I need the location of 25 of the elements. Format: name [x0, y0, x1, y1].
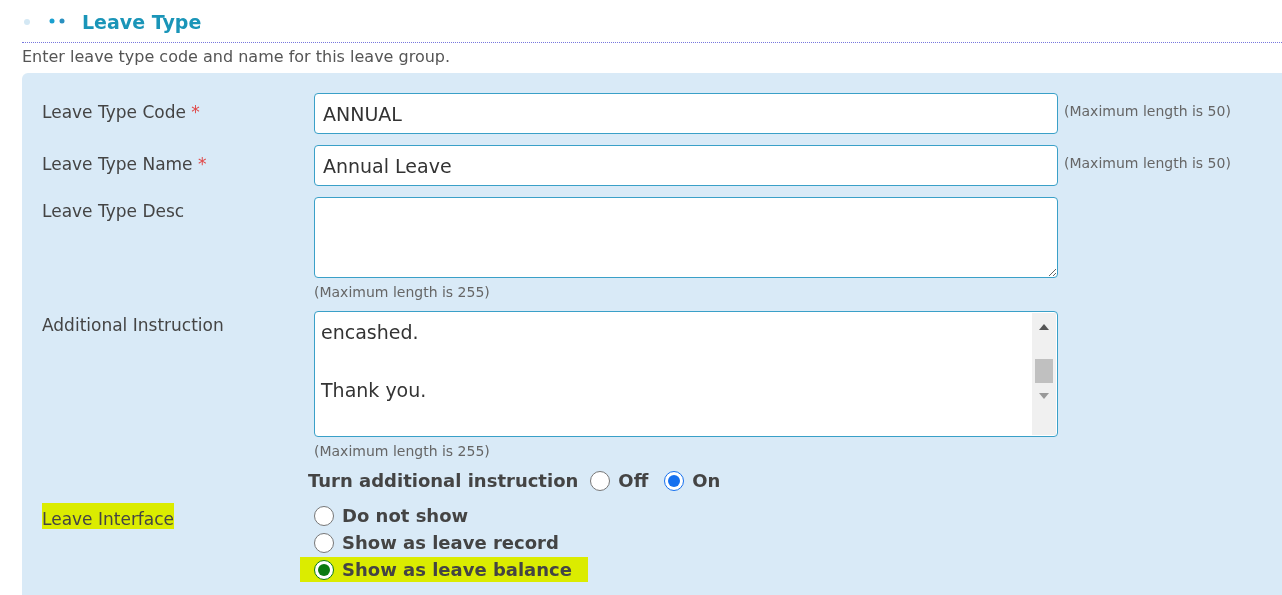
- text-area[interactable]: [314, 197, 1058, 278]
- toggle-label: Turn additional instruction: [308, 470, 579, 491]
- field-label: Leave Interface: [42, 503, 175, 529]
- section-description: Enter leave type code and name for this leave group.: [22, 47, 452, 68]
- radio-option[interactable]: Do not show: [300, 503, 485, 528]
- text-area[interactable]: encashed. Thank you.: [314, 311, 1058, 437]
- radio-option[interactable]: On: [660, 470, 725, 491]
- scroll-thumb[interactable]: [1035, 359, 1053, 383]
- text-field[interactable]: ANNUAL: [314, 93, 1058, 134]
- scrollbar[interactable]: [1032, 313, 1056, 435]
- text-field[interactable]: Annual Leave: [314, 145, 1058, 186]
- length-hint: (Maximum length is 50): [1064, 154, 1232, 173]
- length-hint: (Maximum length is 255): [314, 442, 491, 459]
- required-mark: *: [198, 154, 207, 174]
- required-mark: *: [191, 102, 200, 122]
- field-label: Additional Instruction: [42, 314, 224, 335]
- section-title: Leave Type: [82, 11, 202, 33]
- field-label: Leave Type Desc: [42, 200, 185, 221]
- radio-option[interactable]: Off: [586, 470, 653, 491]
- radio-option[interactable]: Show as leave balance: [300, 557, 588, 582]
- length-hint: (Maximum length is 255): [314, 283, 491, 300]
- field-label: Leave Type Code *: [42, 101, 200, 122]
- length-hint: (Maximum length is 50): [1064, 102, 1232, 121]
- radio-option[interactable]: Show as leave record: [300, 530, 575, 555]
- field-label: Leave Type Name *: [42, 153, 207, 174]
